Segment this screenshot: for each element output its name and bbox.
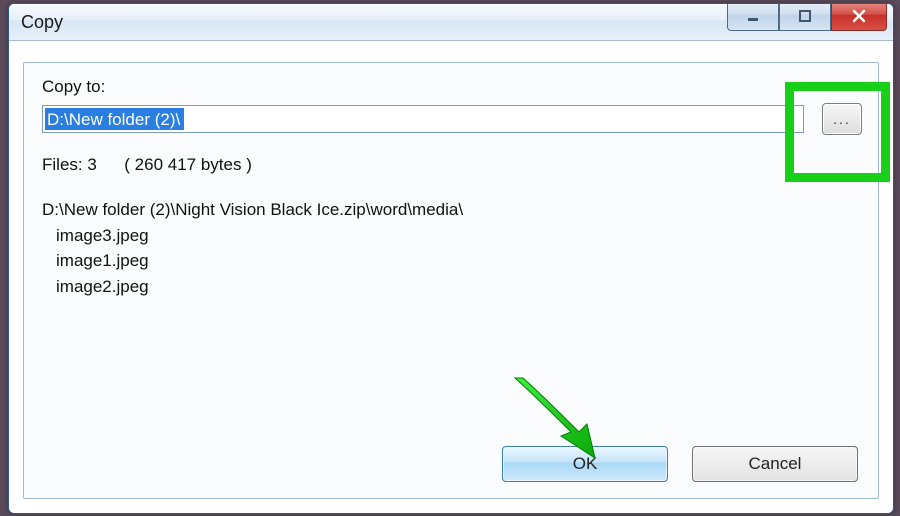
ok-button-label: OK <box>573 454 598 474</box>
source-path: D:\New folder (2)\Night Vision Black Ice… <box>42 197 862 223</box>
browse-button[interactable]: ... <box>822 103 862 135</box>
cancel-button[interactable]: Cancel <box>692 446 858 482</box>
file-list: D:\New folder (2)\Night Vision Black Ice… <box>42 197 862 299</box>
cancel-button-label: Cancel <box>749 454 802 474</box>
files-summary: Files: 3 ( 260 417 bytes ) <box>42 155 862 175</box>
list-item: image1.jpeg <box>42 248 862 274</box>
files-count: 3 <box>87 155 96 174</box>
dialog-button-row: OK Cancel <box>502 446 858 482</box>
titlebar[interactable]: Copy <box>9 4 893 41</box>
files-label: Files: <box>42 155 83 174</box>
destination-path-input[interactable]: D:\New folder (2)\ <box>42 105 804 133</box>
path-row: D:\New folder (2)\ ... <box>42 103 862 135</box>
window-title: Copy <box>21 12 63 33</box>
inner-panel: Copy to: D:\New folder (2)\ ... Files: 3… <box>23 62 879 499</box>
client-area: Copy to: D:\New folder (2)\ ... Files: 3… <box>9 40 893 513</box>
files-size: ( 260 417 bytes ) <box>124 155 252 174</box>
browse-button-label: ... <box>833 111 851 127</box>
minimize-button[interactable] <box>727 3 779 31</box>
close-button[interactable] <box>831 3 887 31</box>
list-item: image2.jpeg <box>42 274 862 300</box>
copy-to-label: Copy to: <box>42 77 862 97</box>
maximize-button[interactable] <box>779 3 831 31</box>
copy-dialog-window: Copy Copy to: D:\New folder (2)\ ... <box>8 3 894 514</box>
window-controls <box>727 3 887 31</box>
destination-path-value: D:\New folder (2)\ <box>45 108 184 130</box>
ok-button[interactable]: OK <box>502 446 668 482</box>
list-item: image3.jpeg <box>42 223 862 249</box>
